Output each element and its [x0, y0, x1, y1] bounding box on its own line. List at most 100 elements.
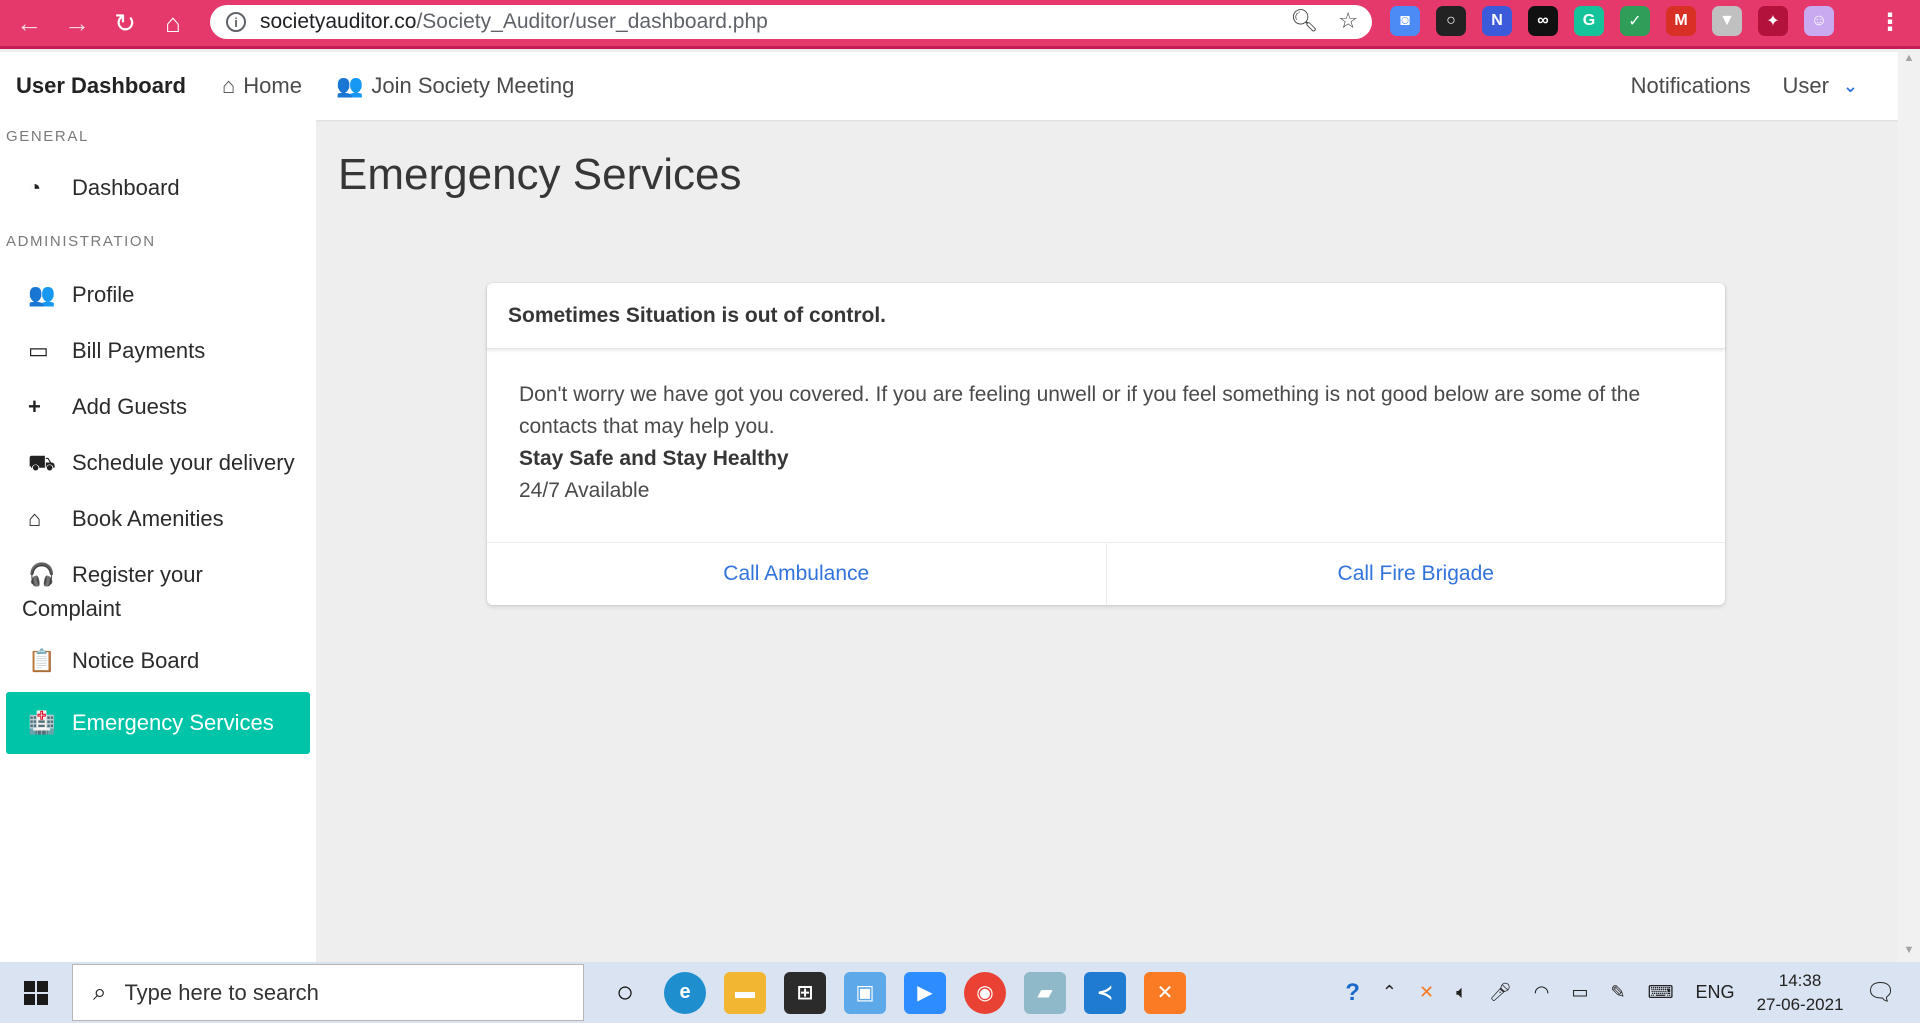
- check-ext-icon[interactable]: ✓: [1620, 6, 1650, 36]
- sidebar-item-label: Bill Payments: [72, 338, 206, 363]
- chrome-icon[interactable]: ◉: [964, 971, 1006, 1014]
- pc-icon[interactable]: ▣: [844, 971, 886, 1014]
- file-explorer-icon[interactable]: ▬: [724, 971, 766, 1014]
- avatar-ext-icon[interactable]: ☺: [1804, 6, 1834, 36]
- address-bar[interactable]: i societyauditor.co/Society_Auditor/user…: [210, 5, 1372, 39]
- speaker-icon[interactable]: 🔈︎: [1456, 982, 1467, 1003]
- notification-center-icon[interactable]: 🗨︎: [1866, 978, 1896, 1007]
- nav-home-link[interactable]: ⌂ Home: [222, 73, 302, 99]
- microphone-icon[interactable]: 🎤︎: [1489, 982, 1512, 1003]
- card-strong-text: Stay Safe and Stay Healthy: [519, 447, 789, 470]
- nav-join-meeting-link[interactable]: 👥 Join Society Meeting: [336, 73, 574, 99]
- plus-icon: +: [28, 394, 41, 419]
- forward-icon[interactable]: →: [58, 4, 96, 42]
- sidebar-item-notice-board[interactable]: 📋 Notice Board: [6, 636, 310, 686]
- credit-card-icon: ▭: [28, 338, 49, 363]
- search-placeholder: Type here to search: [124, 979, 319, 1005]
- store-icon: ⌂: [28, 506, 42, 531]
- scroll-down-arrow-icon[interactable]: ▼: [1898, 944, 1920, 962]
- battery-icon[interactable]: ▭: [1571, 982, 1588, 1003]
- extensions-row: ◙ ○ N ∞ G ✓ M ▼ ✦ ☺: [1390, 6, 1834, 36]
- shield-ext-icon[interactable]: ▼: [1712, 6, 1742, 36]
- sidebar-item-book-amenities[interactable]: ⌂ Book Amenities: [6, 494, 310, 544]
- search-icon: ⌕: [93, 978, 107, 1006]
- chevron-down-icon: ⌄: [1842, 75, 1858, 96]
- sidebar-item-label: Dashboard: [72, 175, 180, 200]
- nav-home-label: Home: [243, 73, 302, 98]
- puzzle-ext-icon[interactable]: ✦: [1758, 6, 1788, 36]
- sidebar-item-add-guests[interactable]: + Add Guests: [6, 382, 310, 432]
- sidebar-item-label: Register your: [72, 562, 203, 587]
- site-info-icon[interactable]: i: [226, 12, 246, 32]
- emergency-card: Sometimes Situation is out of control. D…: [487, 283, 1725, 605]
- page-scrollbar[interactable]: ▲ ▼: [1898, 52, 1920, 962]
- taskbar-search-box[interactable]: ⌕ Type here to search: [72, 964, 584, 1021]
- bookmark-star-icon[interactable]: ☆: [1338, 8, 1358, 34]
- navbar-brand[interactable]: User Dashboard: [16, 73, 186, 99]
- zoom-app-icon[interactable]: ▶: [904, 971, 946, 1014]
- sidebar-item-register-complaint[interactable]: 🎧 Register your Complaint: [6, 550, 310, 634]
- reload-icon[interactable]: ↻: [106, 4, 144, 42]
- sidebar-item-emergency-services[interactable]: 🏥 Emergency Services: [6, 692, 310, 754]
- menu-label-general: GENERAL: [6, 128, 89, 145]
- sidebar: GENERAL ◔ Dashboard ADMINISTRATION 👥 Pro…: [0, 120, 316, 962]
- card-body-text: Don't worry we have got you covered. If …: [519, 383, 1641, 438]
- store-app-icon[interactable]: ⊞: [784, 971, 826, 1014]
- clock-time: 14:38: [1778, 970, 1822, 990]
- back-icon[interactable]: ←: [10, 4, 48, 42]
- help-icon[interactable]: ?: [1345, 979, 1360, 1007]
- sidebar-item-profile[interactable]: 👥 Profile: [6, 270, 310, 320]
- nav-notifications-link[interactable]: Notifications: [1631, 73, 1751, 99]
- chevron-up-icon[interactable]: ⌃: [1382, 982, 1397, 1003]
- xampp-tray-icon[interactable]: ✕: [1419, 982, 1434, 1003]
- user-dropdown[interactable]: User ⌄: [1782, 73, 1858, 99]
- infinity-ext-icon[interactable]: ∞: [1528, 6, 1558, 36]
- sidebar-item-dashboard[interactable]: ◔ Dashboard: [6, 163, 310, 213]
- scroll-up-arrow-icon[interactable]: ▲: [1898, 52, 1920, 70]
- sidebar-item-label: Schedule your delivery: [72, 450, 295, 475]
- sidebar-item-label: Emergency Services: [72, 710, 274, 735]
- browser-menu-icon[interactable]: ⋮: [1878, 8, 1902, 37]
- system-tray: ? ⌃ ✕ 🔈︎ 🎤︎ ◠ ▭ ✎ ⌨ ENG 14:38 27-06-2021…: [1345, 962, 1920, 1023]
- menu-label-administration: ADMINISTRATION: [6, 233, 156, 250]
- m-ext-icon[interactable]: M: [1666, 6, 1696, 36]
- start-button[interactable]: [0, 962, 72, 1023]
- availability-text: 24/7 Available: [519, 479, 650, 502]
- home-icon[interactable]: ⌂: [154, 4, 192, 42]
- clock-date: 27-06-2021: [1756, 994, 1844, 1014]
- clipboard-icon: 📋: [28, 648, 56, 673]
- wifi-icon[interactable]: ◠: [1534, 982, 1550, 1003]
- edge-icon[interactable]: e: [664, 971, 706, 1014]
- clock[interactable]: 14:38 27-06-2021: [1757, 969, 1844, 1017]
- sidebar-item-schedule-delivery[interactable]: ⛟ Schedule your delivery: [6, 438, 310, 488]
- url-text[interactable]: societyauditor.co/Society_Auditor/user_d…: [260, 10, 768, 34]
- nav-join-label: Join Society Meeting: [371, 73, 575, 98]
- hospital-icon: 🏥: [28, 710, 56, 735]
- call-fire-brigade-button[interactable]: Call Fire Brigade: [1105, 543, 1726, 605]
- sidebar-item-bill-payments[interactable]: ▭ Bill Payments: [6, 326, 310, 376]
- sidebar-item-label: Book Amenities: [72, 506, 224, 531]
- call-ambulance-button[interactable]: Call Ambulance: [487, 543, 1106, 605]
- xampp-icon[interactable]: ✕: [1144, 971, 1186, 1014]
- n-ext-icon[interactable]: N: [1482, 6, 1512, 36]
- keyboard-icon[interactable]: ⌨: [1648, 982, 1674, 1003]
- taskbar-apps: ○ e ▬ ⊞ ▣ ▶ ◉ ▰ ≺ ✕: [604, 971, 1186, 1014]
- notes-app-icon[interactable]: ▰: [1024, 971, 1066, 1014]
- opera-ext-icon[interactable]: ○: [1436, 6, 1466, 36]
- sidebar-item-label-line2: Complaint: [22, 596, 122, 621]
- card-body: Don't worry we have got you covered. If …: [487, 349, 1725, 542]
- house-icon: ⌂: [221, 73, 236, 98]
- users-icon: 👥: [335, 73, 364, 98]
- camera-ext-icon[interactable]: ◙: [1390, 6, 1420, 36]
- grammarly-ext-icon[interactable]: G: [1574, 6, 1604, 36]
- sidebar-item-label: Profile: [72, 282, 135, 307]
- language-indicator[interactable]: ENG: [1696, 982, 1735, 1003]
- users-cog-icon: 👥: [28, 282, 56, 307]
- vscode-icon[interactable]: ≺: [1084, 971, 1126, 1014]
- zoom-icon[interactable]: 🔍︎: [1290, 8, 1318, 34]
- sidebar-item-label: Notice Board: [72, 648, 200, 673]
- page-title: Emergency Services: [338, 150, 742, 199]
- pen-icon[interactable]: ✎: [1610, 982, 1625, 1003]
- cortana-icon[interactable]: ○: [604, 972, 646, 1014]
- headset-icon: 🎧: [28, 562, 56, 587]
